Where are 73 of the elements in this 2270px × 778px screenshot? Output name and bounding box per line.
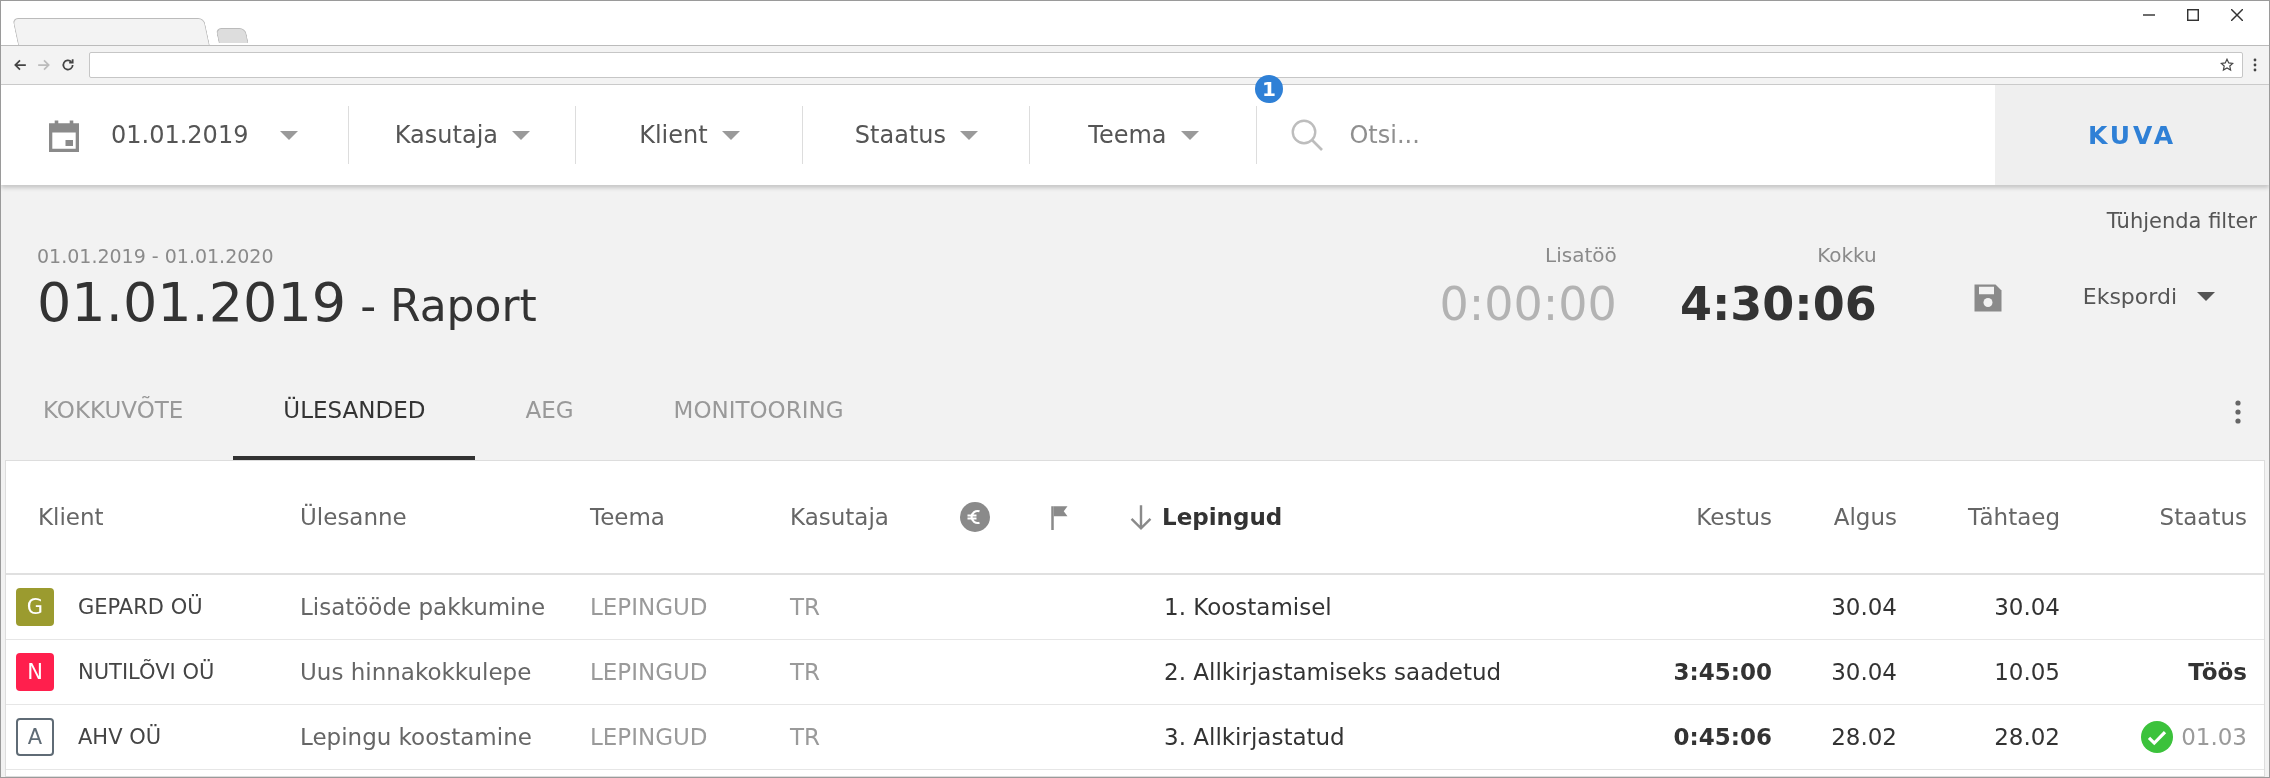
caret-icon	[960, 130, 978, 140]
table-cell: 28.02	[1994, 724, 2060, 750]
stat-value: 4:30:06	[1679, 277, 1877, 331]
show-button[interactable]: KUVA	[1995, 85, 2269, 185]
table-cell: Lisatööde pakkumine	[300, 594, 546, 620]
table-cell: TR	[790, 659, 821, 685]
stat-label: Lisatöö	[1545, 243, 1617, 267]
dropdown-filter[interactable]: Klient	[576, 85, 803, 185]
stat-label: Kokku	[1817, 243, 1877, 267]
table-cell: TR	[790, 724, 821, 750]
column-header[interactable]: Kestus	[1696, 504, 1772, 530]
column-header[interactable]: Tähtaeg	[1968, 504, 2060, 530]
reload-icon[interactable]	[61, 58, 75, 72]
caret-icon	[721, 130, 740, 140]
more-options-icon[interactable]	[2235, 398, 2241, 425]
search-field[interactable]: Otsi...	[1347, 120, 1752, 150]
client-avatar: N	[16, 653, 54, 691]
table-cell: Töös	[2188, 659, 2247, 685]
table-cell: 30.04	[1831, 594, 1897, 620]
table-cell: LEPINGUD	[590, 594, 708, 620]
euro-icon[interactable]	[960, 502, 990, 532]
flag-icon[interactable]	[1050, 504, 1070, 530]
table-cell: 3:45:00	[1673, 659, 1772, 685]
table-cell: 28.02	[1831, 724, 1897, 750]
sort-arrow-icon[interactable]	[1130, 503, 1152, 531]
clear-filter-link[interactable]: Tühjenda filter	[2106, 185, 2257, 233]
table-cell: TR	[790, 594, 821, 620]
column-header[interactable]: Lepingud	[1162, 504, 1283, 530]
caret-icon	[280, 130, 299, 140]
caret-icon	[512, 130, 531, 140]
calendar-icon	[49, 118, 79, 152]
table-cell: Lepingu koostamine	[300, 724, 532, 750]
stat-value: 0:00:00	[1439, 277, 1617, 331]
table-cell: 0:45:06	[1673, 724, 1772, 750]
dropdown-filter[interactable]: Kasutaja	[349, 85, 576, 185]
caret-icon	[2197, 292, 2215, 301]
table-cell: LEPINGUD	[590, 659, 708, 685]
table-cell: 1. Koostamisel	[1164, 594, 1332, 620]
table-cell: 30.04	[1831, 659, 1897, 685]
client-avatar: A	[16, 718, 54, 756]
table-cell: LEPINGUD	[590, 724, 708, 750]
table-cell: 10.05	[1994, 659, 2060, 685]
back-icon[interactable]	[13, 58, 27, 72]
dropdown-filter[interactable]: Teema	[1030, 85, 1257, 185]
dropdown-filter[interactable]: Staatus	[803, 85, 1030, 185]
column-header[interactable]: Staatus	[2159, 504, 2247, 530]
caret-icon	[1180, 130, 1199, 140]
column-header[interactable]: Kasutaja	[790, 504, 889, 530]
report-date: 01.01.2019	[37, 271, 347, 334]
table-cell: 2. Allkirjastamiseks saadetud	[1164, 659, 1502, 685]
column-header[interactable]: Algus	[1833, 504, 1897, 530]
save-icon[interactable]	[1972, 283, 2003, 313]
maximize-icon[interactable]	[2187, 9, 2199, 21]
count-badge: 1	[1255, 75, 1283, 103]
column-header[interactable]: Ülesanne	[300, 504, 407, 530]
check-icon	[2141, 721, 2174, 753]
client-name: GEPARD OÜ	[78, 595, 203, 619]
column-header[interactable]: Klient	[38, 504, 104, 530]
table-cell: 3. Allkirjastatud	[1164, 724, 1345, 750]
date-filter[interactable]: 01.01.2019	[1, 85, 349, 185]
client-name: NUTILÕVI OÜ	[78, 660, 215, 684]
client-avatar: G	[16, 588, 54, 626]
export-dropdown[interactable]: Ekspordi	[2082, 284, 2215, 309]
date-range: 01.01.2019 - 01.01.2020	[37, 245, 275, 267]
report-title: - Raport	[360, 280, 537, 331]
more-icon[interactable]	[2253, 58, 2257, 72]
column-header[interactable]: Teema	[590, 504, 665, 530]
table-cell: 01.03	[2181, 724, 2247, 750]
star-icon[interactable]	[2220, 58, 2234, 72]
table-cell: 30.04	[1994, 594, 2060, 620]
table-cell: Uus hinnakokkulepe	[300, 659, 532, 685]
client-name: AHV OÜ	[78, 725, 162, 749]
close-icon[interactable]	[2231, 9, 2243, 21]
